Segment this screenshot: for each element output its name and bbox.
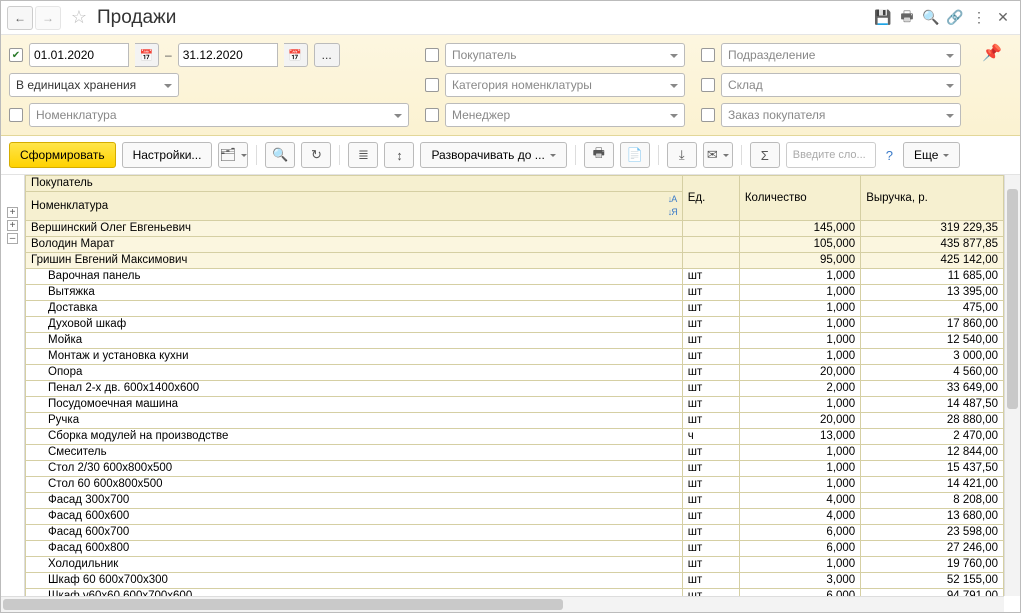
col-revenue[interactable]: Выручка, р. [861, 176, 1004, 221]
detail-row[interactable]: Сборка модулей на производствеч13,0002 4… [26, 429, 1004, 445]
warehouse-select[interactable]: Склад [721, 73, 961, 97]
nav-forward-button[interactable]: → [35, 6, 61, 30]
date-to-calendar-icon[interactable]: 📅 [284, 43, 308, 67]
detail-row[interactable]: Фасад 600х700шт6,00023 598,00 [26, 525, 1004, 541]
find-button[interactable]: 🔍 [265, 142, 295, 168]
category-checkbox[interactable] [425, 78, 439, 92]
save-icon[interactable]: 💾 [872, 7, 894, 29]
horizontal-scrollbar[interactable] [1, 596, 1004, 612]
detail-row[interactable]: Фасад 600х600шт4,00013 680,00 [26, 509, 1004, 525]
division-checkbox[interactable] [701, 48, 715, 62]
group-row[interactable]: Вершинский Олег Евгеньевич145,000319 229… [26, 221, 1004, 237]
manager-select[interactable]: Менеджер [445, 103, 685, 127]
detail-row[interactable]: Стол 2/30 600х800х500шт1,00015 437,50 [26, 461, 1004, 477]
detail-row[interactable]: Вытяжкашт1,00013 395,00 [26, 285, 1004, 301]
date-to-input[interactable]: 31.12.2020 [178, 43, 278, 67]
settings-button[interactable]: Настройки... [122, 142, 213, 168]
units-select[interactable]: В единицах хранения [9, 73, 179, 97]
more-button[interactable]: Еще [903, 142, 960, 168]
detail-row[interactable]: Смесительшт1,00012 844,00 [26, 445, 1004, 461]
variants-button[interactable]: 🗂 [218, 142, 248, 168]
nomenclature-checkbox[interactable] [9, 108, 23, 122]
levels-button[interactable]: ↕ [384, 142, 414, 168]
detail-row[interactable]: Шкаф 60 600х700х300шт3,00052 155,00 [26, 573, 1004, 589]
order-checkbox[interactable] [701, 108, 715, 122]
date-from-calendar-icon[interactable]: 📅 [135, 43, 159, 67]
export-button[interactable]: ⤓ [667, 142, 697, 168]
print-icon[interactable]: 🖶 [896, 7, 918, 29]
nav-back-button[interactable]: ← [7, 6, 33, 30]
division-select[interactable]: Подразделение [721, 43, 961, 67]
expand-node[interactable]: + [7, 207, 18, 218]
email-button[interactable]: ✉ [703, 142, 733, 168]
detail-row[interactable]: Стол 60 600х800х500шт1,00014 421,00 [26, 477, 1004, 493]
more-actions-icon[interactable]: ⋮ [968, 7, 990, 29]
detail-row[interactable]: Мойкашт1,00012 540,00 [26, 333, 1004, 349]
generate-button[interactable]: Сформировать [9, 142, 116, 168]
nomenclature-select[interactable]: Номенклатура [29, 103, 409, 127]
collapse-button[interactable]: ≣ [348, 142, 378, 168]
expand-node[interactable]: + [7, 220, 18, 231]
group-row[interactable]: Гришин Евгений Максимович95,000425 142,0… [26, 253, 1004, 269]
detail-row[interactable]: Фасад 300х700шт4,0008 208,00 [26, 493, 1004, 509]
detail-row[interactable]: Духовой шкафшт1,00017 860,00 [26, 317, 1004, 333]
detail-row[interactable]: Посудомоечная машинашт1,00014 487,50 [26, 397, 1004, 413]
pin-icon[interactable]: 📌 [977, 43, 1007, 67]
buyer-select[interactable]: Покупатель [445, 43, 685, 67]
expand-to-button[interactable]: Разворачивать до ... [420, 142, 566, 168]
col-qty[interactable]: Количество [739, 176, 860, 221]
period-dialog-button[interactable]: ... [314, 43, 340, 67]
detail-row[interactable]: Варочная панельшт1,00011 685,00 [26, 269, 1004, 285]
period-checkbox[interactable]: ✔ [9, 48, 23, 62]
quick-search-input[interactable]: Введите сло... [786, 142, 876, 168]
page-setup-button[interactable]: 📄 [620, 142, 650, 168]
detail-row[interactable]: Доставкашт1,000475,00 [26, 301, 1004, 317]
detail-row[interactable]: Шкаф у60х60 600х700х600шт6,00094 791,00 [26, 589, 1004, 597]
preview-icon[interactable]: 🔍 [920, 7, 942, 29]
detail-row[interactable]: Пенал 2-х дв. 600х1400х600шт2,00033 649,… [26, 381, 1004, 397]
order-select[interactable]: Заказ покупателя [721, 103, 961, 127]
detail-row[interactable]: Холодильникшт1,00019 760,00 [26, 557, 1004, 573]
link-icon[interactable]: 🔗 [944, 7, 966, 29]
sum-button[interactable]: Σ [750, 142, 780, 168]
category-select[interactable]: Категория номенклатуры [445, 73, 685, 97]
refresh-button[interactable]: ↻ [301, 142, 331, 168]
help-icon[interactable]: ? [882, 148, 897, 163]
warehouse-checkbox[interactable] [701, 78, 715, 92]
close-icon[interactable]: ✕ [992, 7, 1014, 29]
col-unit[interactable]: Ед. [682, 176, 739, 221]
detail-row[interactable]: Монтаж и установка кухништ1,0003 000,00 [26, 349, 1004, 365]
tree-gutter: + + – [1, 175, 25, 596]
detail-row[interactable]: Опорашт20,0004 560,00 [26, 365, 1004, 381]
detail-row[interactable]: Ручкашт20,00028 880,00 [26, 413, 1004, 429]
sort-asc-icon: ↓А↓Я [668, 193, 677, 219]
page-title: Продажи [97, 7, 870, 29]
group-row[interactable]: Володин Марат105,000435 877,85 [26, 237, 1004, 253]
manager-checkbox[interactable] [425, 108, 439, 122]
report-grid: Покупатель Ед. Количество Выручка, р. Но… [25, 175, 1004, 596]
detail-row[interactable]: Фасад 600х800шт6,00027 246,00 [26, 541, 1004, 557]
favorite-star-icon[interactable]: ☆ [67, 6, 91, 30]
vertical-scrollbar[interactable] [1004, 175, 1020, 596]
buyer-checkbox[interactable] [425, 48, 439, 62]
collapse-node[interactable]: – [7, 233, 18, 244]
date-from-input[interactable]: 01.01.2020 [29, 43, 129, 67]
print-button[interactable]: 🖶 [584, 142, 614, 168]
col-nomenclature[interactable]: Номенклатура↓А↓Я [26, 192, 683, 221]
col-buyer[interactable]: Покупатель [26, 176, 683, 192]
